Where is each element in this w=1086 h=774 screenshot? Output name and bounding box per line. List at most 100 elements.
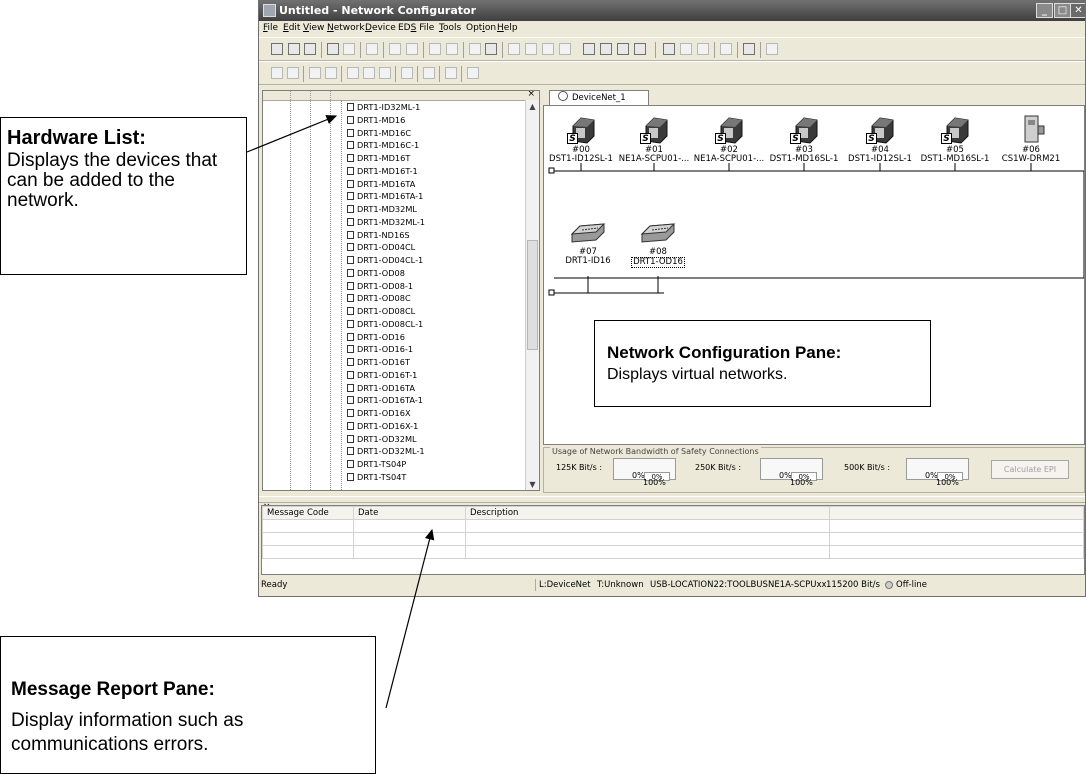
tree-item[interactable]: DRT1-MD16TA-1 [347, 191, 423, 201]
tree-item[interactable]: DRT1-OD04CL-1 [347, 255, 423, 265]
tree-item[interactable]: DRT1-MD16C-1 [347, 140, 419, 150]
network-node[interactable]: S #01 NE1A-SCPU01-... [613, 114, 695, 164]
tree-item[interactable]: DRT1-OD08CL-1 [347, 319, 423, 329]
maximize-button[interactable]: □ [1054, 3, 1071, 18]
calculate-epi-button[interactable]: Calculate EPI [991, 460, 1069, 479]
parameter-edit-icon[interactable] [446, 43, 458, 55]
network-node[interactable]: S #02 NE1A-SCPU01-... [688, 114, 770, 164]
tool-icon-10[interactable] [445, 67, 457, 79]
menu-option[interactable]: Option [466, 23, 496, 33]
network-node[interactable]: S #03 DST1-MD16SL-1 [763, 114, 845, 164]
tree-item[interactable]: DRT1-OD16X-1 [347, 421, 418, 431]
tool-icon-7[interactable] [379, 67, 391, 79]
tree-item[interactable]: DRT1-MD32ML-1 [347, 217, 425, 227]
col-message-code[interactable]: Message Code [262, 506, 354, 520]
tree-item[interactable]: DRT1-TS04P [347, 459, 406, 469]
tool-icon-11[interactable] [467, 67, 479, 79]
parameter-icon[interactable] [429, 43, 441, 55]
network-node[interactable]: S #05 DST1-MD16SL-1 [914, 114, 996, 164]
scroll-thumb[interactable] [527, 240, 538, 350]
close-button[interactable]: ✕ [1070, 3, 1085, 18]
tree-item[interactable]: DRT1-ND16S [347, 230, 410, 240]
cut-icon[interactable] [508, 43, 520, 55]
property-icon[interactable] [469, 43, 481, 55]
io-table-icon[interactable] [720, 43, 732, 55]
tree-item[interactable]: DRT1-MD16T [347, 153, 410, 163]
menu-help[interactable]: Help [497, 23, 518, 33]
tool-icon-5[interactable] [347, 67, 359, 79]
tool-icon-3[interactable] [309, 67, 321, 79]
large-icons-icon[interactable] [583, 43, 595, 55]
tree-item[interactable]: DRT1-OD04CL [347, 242, 415, 252]
tree-item[interactable]: DRT1-MD16C [347, 128, 411, 138]
network-node[interactable]: #06 CS1W-DRM21 [990, 114, 1072, 164]
network-node[interactable]: S #04 DST1-ID12SL-1 [839, 114, 921, 164]
menu-file[interactable]: File [263, 23, 278, 33]
report-icon[interactable] [697, 43, 709, 55]
col-date[interactable]: Date [353, 506, 466, 520]
tool-icon-4[interactable] [325, 67, 337, 79]
table-row[interactable] [262, 519, 1084, 533]
delete-icon[interactable] [559, 43, 571, 55]
col-description[interactable]: Description [465, 506, 830, 520]
menu-network[interactable]: Network [327, 23, 365, 33]
open-icon[interactable] [288, 43, 300, 55]
minimize-button[interactable]: _ [1036, 3, 1053, 18]
upload-icon[interactable] [389, 43, 401, 55]
scroll-up-icon[interactable]: ▲ [527, 101, 538, 112]
tool-icon-1[interactable] [271, 67, 283, 79]
menu-edit[interactable]: Edit [283, 23, 300, 33]
tab-devicenet-1[interactable]: DeviceNet_1 [549, 90, 649, 105]
tree-item[interactable]: DRT1-MD32ML [347, 204, 417, 214]
tree-item[interactable]: DRT1-OD08 [347, 268, 405, 278]
pane-close-icon[interactable]: × [527, 91, 535, 99]
tool-icon-2[interactable] [287, 67, 299, 79]
tree-item[interactable]: DRT1-OD16TA-1 [347, 395, 423, 405]
scroll-down-icon[interactable]: ▼ [527, 479, 538, 490]
tree-item[interactable]: DRT1-OD32ML-1 [347, 446, 425, 456]
compare-icon[interactable] [680, 43, 692, 55]
tree-item[interactable]: DRT1-MD16 [347, 115, 405, 125]
connect-icon[interactable] [327, 43, 339, 55]
tree-item[interactable]: DRT1-ID32ML-1 [347, 102, 420, 112]
details-icon[interactable] [634, 43, 646, 55]
tree-item[interactable]: DRT1-OD16 [347, 332, 405, 342]
tree-item[interactable]: DRT1-MD16T-1 [347, 166, 418, 176]
tool-icon-8[interactable] [401, 67, 413, 79]
table-row[interactable] [262, 532, 1084, 546]
tree-scrollbar[interactable]: ▲ ▼ [525, 100, 539, 490]
paste-icon[interactable] [542, 43, 554, 55]
device-list-icon[interactable] [663, 43, 675, 55]
download-icon[interactable] [406, 43, 418, 55]
tool-icon-9[interactable] [423, 67, 435, 79]
table-row[interactable] [262, 545, 1084, 559]
monitor-icon[interactable] [366, 43, 378, 55]
tree-item[interactable]: DRT1-OD16-1 [347, 344, 413, 354]
copy-icon[interactable] [525, 43, 537, 55]
menu-tools[interactable]: Tools [439, 23, 461, 33]
tree-item[interactable]: DRT1-OD16T-1 [347, 370, 417, 380]
tree-item[interactable]: DRT1-OD32ML [347, 434, 417, 444]
network-node[interactable]: #08 DRT1-OD16 [617, 216, 699, 268]
tree-item[interactable]: DRT1-OD08CL [347, 306, 415, 316]
menu-view[interactable]: View [303, 23, 324, 33]
pane-splitter[interactable] [259, 496, 1085, 503]
save-icon[interactable] [304, 43, 316, 55]
tree-item[interactable]: DRT1-OD16X [347, 408, 411, 418]
new-icon[interactable] [271, 43, 283, 55]
tree-item[interactable]: DRT1-OD16TA [347, 383, 415, 393]
menu-device[interactable]: Device [365, 23, 396, 33]
tool-icon-6[interactable] [363, 67, 375, 79]
menu-eds-file[interactable]: EDS File [398, 23, 434, 33]
help-icon[interactable] [766, 43, 778, 55]
list-icon[interactable] [617, 43, 629, 55]
tree-item[interactable]: DRT1-OD16T [347, 357, 410, 367]
tree-item[interactable]: DRT1-MD16TA [347, 179, 415, 189]
print-icon[interactable] [485, 43, 497, 55]
network-node[interactable]: S #00 DST1-ID12SL-1 [544, 114, 622, 164]
tree-item[interactable]: DRT1-TS04T [347, 472, 406, 482]
small-icons-icon[interactable] [600, 43, 612, 55]
find-icon[interactable] [743, 43, 755, 55]
disconnect-icon[interactable] [343, 43, 355, 55]
tree-item[interactable]: DRT1-OD08C [347, 293, 411, 303]
